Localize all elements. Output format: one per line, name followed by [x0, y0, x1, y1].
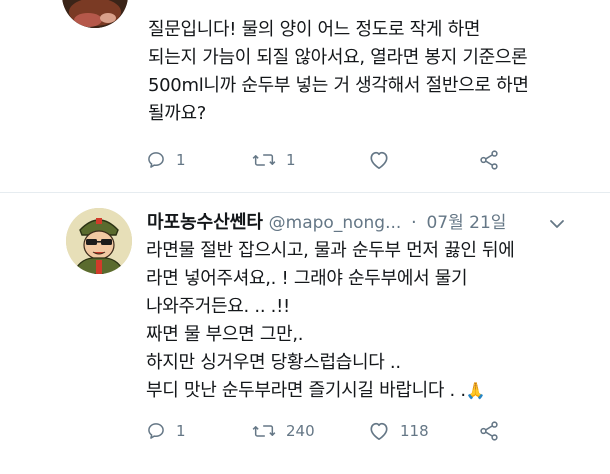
like-count: 118: [400, 422, 429, 440]
share-icon: [480, 421, 498, 441]
tweet-actions: 1 1: [146, 147, 500, 173]
tweet-text-segment: 부디 맛난 순두부라면 즐기시길 바랍니다 . .: [146, 380, 466, 401]
tweet-text-line: 라면물 절반 잡으시고, 물과 순두부 먼저 끓인 뒤에: [146, 240, 515, 261]
avatar[interactable]: [66, 208, 132, 274]
share-button[interactable]: [478, 149, 500, 171]
reply-button[interactable]: 1: [146, 421, 252, 441]
like-button[interactable]: 118: [368, 421, 478, 441]
tweet-text: 질문입니다! 물의 양이 어느 정도로 작게 하면 되는지 가늠이 되질 않아서…: [148, 16, 529, 128]
more-options-button[interactable]: [548, 216, 566, 235]
like-button[interactable]: [368, 150, 478, 170]
share-button[interactable]: [478, 420, 500, 442]
tweet-text-line: 500ml니까 순두부 넣는 거 생각해서 절반으로 하면: [148, 75, 529, 96]
tweet-text: 라면물 절반 잡으시고, 물과 순두부 먼저 끓인 뒤에 라면 넣어주셔요,. …: [146, 237, 515, 405]
reply-count: 1: [176, 151, 186, 169]
retweet-button[interactable]: 1: [252, 150, 368, 170]
tweet-actions: 1 240 118: [146, 418, 500, 444]
avatar-image: [66, 208, 132, 274]
folded-hands-emoji: 🙏: [465, 381, 486, 400]
reply-button[interactable]: 1: [146, 150, 252, 170]
tweet-text-line: 짜면 물 부으면 그만,.: [146, 324, 304, 345]
share-icon: [480, 150, 498, 170]
avatar-image: [62, 0, 128, 28]
display-name[interactable]: 마포농수산쎈타: [147, 212, 263, 233]
tweet-text-line: 될까요?: [148, 103, 207, 124]
previous-tweet: 질문입니다! 물의 양이 어느 정도로 작게 하면 되는지 가늠이 되질 않아서…: [0, 0, 610, 192]
retweet-count: 240: [286, 422, 315, 440]
retweet-button[interactable]: 240: [252, 421, 368, 441]
heart-icon: [370, 151, 388, 169]
reply-count: 1: [176, 422, 186, 440]
avatar[interactable]: [62, 0, 128, 28]
separator: ·: [411, 212, 417, 233]
tweet-text-line: 되는지 가늠이 되질 않아서요, 열라면 봉지 기준으론: [148, 47, 528, 68]
chevron-down-icon: [550, 220, 564, 228]
tweet-header: 마포농수산쎈타 @mapo_nong... · 07월 21일: [147, 210, 506, 236]
tweet-text-line: 부디 맛난 순두부라면 즐기시길 바랍니다 . .🙏: [146, 377, 515, 405]
tweet-text-line: 질문입니다! 물의 양이 어느 정도로 작게 하면: [148, 19, 481, 40]
handle[interactable]: @mapo_nong...: [269, 213, 402, 233]
heart-icon: [370, 422, 388, 440]
tweet-text-line: 라면 넣어주셔요,. ! 그래야 순두부에서 물기: [146, 268, 468, 289]
retweet-count: 1: [286, 151, 296, 169]
retweet-icon: [252, 425, 276, 437]
reply-icon: [148, 152, 164, 168]
timestamp[interactable]: 07월 21일: [426, 213, 506, 233]
tweet-text-line: 나와주거든요. .. .!!: [146, 296, 290, 317]
retweet-icon: [252, 154, 276, 166]
tweet-text-line: 하지만 싱거우면 당황스럽습니다 ..: [146, 352, 401, 373]
reply-icon: [148, 423, 164, 439]
